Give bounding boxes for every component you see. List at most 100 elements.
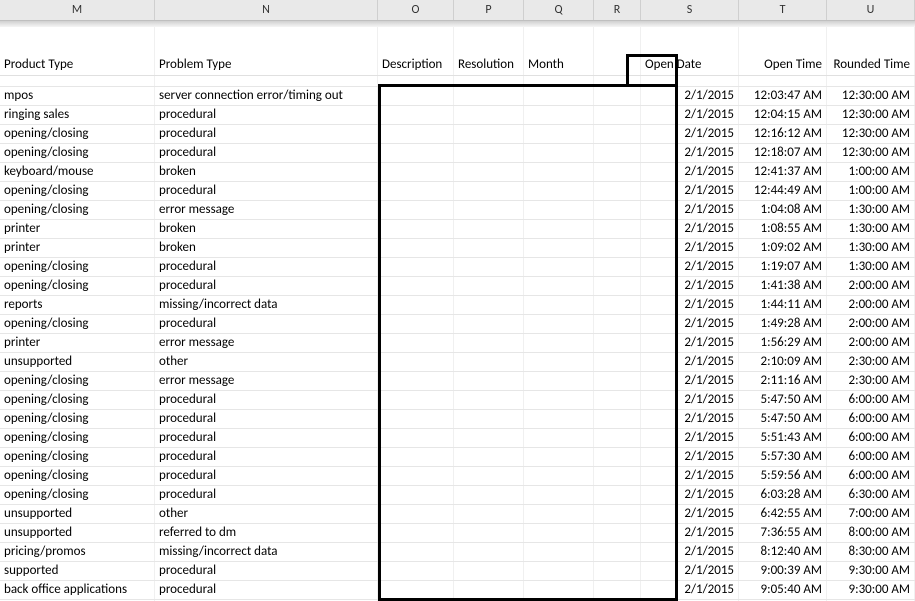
cell-open-time[interactable]: 12:44:49 AM — [739, 182, 827, 200]
cell-description[interactable] — [378, 106, 454, 124]
cell-open-date[interactable]: 2/1/2015 — [641, 296, 739, 314]
cell-open-date[interactable]: 2/1/2015 — [641, 220, 739, 238]
cell-blank[interactable] — [594, 144, 641, 162]
cell-open-date[interactable]: 2/1/2015 — [641, 353, 739, 371]
cell-blank[interactable] — [594, 372, 641, 390]
cell-month[interactable] — [524, 106, 594, 124]
cell-resolution[interactable] — [454, 106, 524, 124]
cell-description[interactable] — [378, 334, 454, 352]
cell-product-type[interactable]: opening/closing — [0, 201, 155, 219]
cell-resolution[interactable] — [454, 296, 524, 314]
cell-resolution[interactable] — [454, 562, 524, 580]
cell-open-date[interactable]: 2/1/2015 — [641, 486, 739, 504]
cell-product-type[interactable]: keyboard/mouse — [0, 163, 155, 181]
cell-month[interactable] — [524, 372, 594, 390]
cell-problem-type[interactable]: procedural — [155, 562, 378, 580]
cell-problem-type[interactable]: procedural — [155, 429, 378, 447]
cell-open-date[interactable]: 2/1/2015 — [641, 505, 739, 523]
cell-open-time[interactable]: 5:47:50 AM — [739, 391, 827, 409]
cell-open-date[interactable]: 2/1/2015 — [641, 163, 739, 181]
cell-blank[interactable] — [594, 581, 641, 599]
field-header-rounded-time[interactable]: Rounded Time — [827, 55, 915, 75]
cell-problem-type[interactable]: missing/incorrect data — [155, 296, 378, 314]
cell-rounded-time[interactable]: 12:30:00 AM — [827, 125, 915, 143]
field-header-problem-type[interactable]: Problem Type — [155, 55, 378, 75]
cell-month[interactable] — [524, 505, 594, 523]
cell-month[interactable] — [524, 467, 594, 485]
cell-problem-type[interactable]: broken — [155, 239, 378, 257]
cell-rounded-time[interactable]: 12:30:00 AM — [827, 106, 915, 124]
cell-month[interactable] — [524, 486, 594, 504]
cell-open-time[interactable]: 12:04:15 AM — [739, 106, 827, 124]
cell-rounded-time[interactable]: 9:30:00 AM — [827, 562, 915, 580]
cell-blank[interactable] — [594, 201, 641, 219]
cell-rounded-time[interactable]: 6:00:00 AM — [827, 429, 915, 447]
cell-problem-type[interactable]: missing/incorrect data — [155, 543, 378, 561]
cell-description[interactable] — [378, 239, 454, 257]
cell-problem-type[interactable]: procedural — [155, 144, 378, 162]
cell-rounded-time[interactable]: 12:30:00 AM — [827, 87, 915, 105]
cell-product-type[interactable]: opening/closing — [0, 144, 155, 162]
cell-open-date[interactable]: 2/1/2015 — [641, 182, 739, 200]
cell-description[interactable] — [378, 258, 454, 276]
cell-blank[interactable] — [594, 258, 641, 276]
cell-rounded-time[interactable]: 6:00:00 AM — [827, 410, 915, 428]
cell-open-date[interactable]: 2/1/2015 — [641, 429, 739, 447]
cell-resolution[interactable] — [454, 524, 524, 542]
cell-rounded-time[interactable]: 6:30:00 AM — [827, 486, 915, 504]
cell-problem-type[interactable]: procedural — [155, 410, 378, 428]
cell-blank[interactable] — [594, 87, 641, 105]
cell-month[interactable] — [524, 182, 594, 200]
column-header-M[interactable]: M — [0, 0, 155, 20]
cell-resolution[interactable] — [454, 334, 524, 352]
cell-blank[interactable] — [594, 353, 641, 371]
cell-blank[interactable] — [594, 391, 641, 409]
cell-product-type[interactable]: printer — [0, 334, 155, 352]
column-header-P[interactable]: P — [454, 0, 524, 20]
cell-resolution[interactable] — [454, 467, 524, 485]
cell-rounded-time[interactable]: 8:00:00 AM — [827, 524, 915, 542]
cell-blank[interactable] — [594, 429, 641, 447]
cell-resolution[interactable] — [454, 144, 524, 162]
cell-description[interactable] — [378, 201, 454, 219]
cell-resolution[interactable] — [454, 410, 524, 428]
cell-problem-type[interactable]: procedural — [155, 106, 378, 124]
cell-rounded-time[interactable]: 6:00:00 AM — [827, 467, 915, 485]
cell-description[interactable] — [378, 524, 454, 542]
cell-open-time[interactable]: 7:36:55 AM — [739, 524, 827, 542]
spreadsheet-grid[interactable]: M N O P Q R S T U Product Type Problem T… — [0, 0, 915, 601]
cell-product-type[interactable]: opening/closing — [0, 372, 155, 390]
cell-product-type[interactable]: unsupported — [0, 353, 155, 371]
cell-resolution[interactable] — [454, 581, 524, 599]
cell-open-time[interactable]: 1:04:08 AM — [739, 201, 827, 219]
cell-resolution[interactable] — [454, 239, 524, 257]
cell-open-date[interactable]: 2/1/2015 — [641, 334, 739, 352]
cell-product-type[interactable]: ringing sales — [0, 106, 155, 124]
cell-description[interactable] — [378, 543, 454, 561]
cell-rounded-time[interactable]: 8:30:00 AM — [827, 543, 915, 561]
cell-resolution[interactable] — [454, 315, 524, 333]
cell-rounded-time[interactable]: 6:00:00 AM — [827, 391, 915, 409]
cell-open-time[interactable]: 1:08:55 AM — [739, 220, 827, 238]
cell-open-time[interactable]: 1:41:38 AM — [739, 277, 827, 295]
cell-resolution[interactable] — [454, 505, 524, 523]
cell-month[interactable] — [524, 315, 594, 333]
cell-month[interactable] — [524, 220, 594, 238]
cell-product-type[interactable]: printer — [0, 239, 155, 257]
field-header-open-time[interactable]: Open Time — [739, 55, 827, 75]
cell-problem-type[interactable]: error message — [155, 372, 378, 390]
cell-blank[interactable] — [594, 220, 641, 238]
cell-month[interactable] — [524, 258, 594, 276]
cell-problem-type[interactable]: referred to dm — [155, 524, 378, 542]
cell-blank[interactable] — [594, 448, 641, 466]
cell-resolution[interactable] — [454, 391, 524, 409]
cell-month[interactable] — [524, 201, 594, 219]
cell-month[interactable] — [524, 296, 594, 314]
column-header-T[interactable]: T — [739, 0, 827, 20]
cell-description[interactable] — [378, 353, 454, 371]
cell-open-time[interactable]: 2:10:09 AM — [739, 353, 827, 371]
column-header-Q[interactable]: Q — [524, 0, 594, 20]
cell-resolution[interactable] — [454, 125, 524, 143]
cell-rounded-time[interactable]: 1:30:00 AM — [827, 239, 915, 257]
cell-month[interactable] — [524, 277, 594, 295]
